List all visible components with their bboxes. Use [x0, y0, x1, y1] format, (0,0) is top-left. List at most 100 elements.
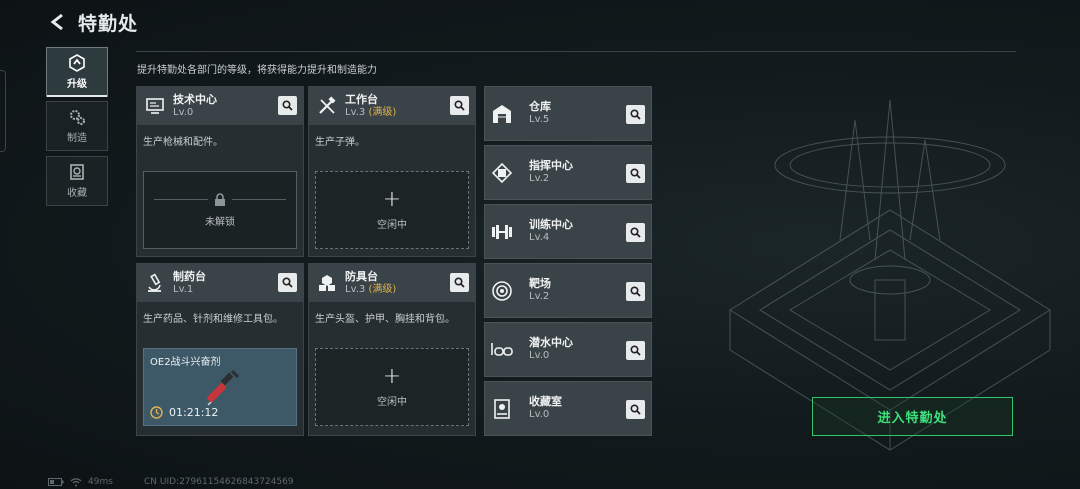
- search-icon: [454, 277, 465, 288]
- production-timer: 01:21:12: [150, 406, 218, 419]
- upgrade-icon: [69, 54, 85, 72]
- facility-name: 收藏室: [529, 395, 562, 409]
- facility-name: 潜水中心: [529, 336, 573, 350]
- target-icon: [492, 280, 512, 301]
- clock-icon: [150, 406, 163, 419]
- nav-tab-collection[interactable]: 收藏: [46, 156, 108, 206]
- search-icon: [630, 404, 641, 415]
- search-button[interactable]: [626, 400, 645, 419]
- facility-level: Lv.0: [529, 409, 550, 421]
- search-icon: [630, 345, 641, 356]
- department-level: Lv.0: [173, 106, 194, 118]
- ping-value: 49ms: [88, 477, 113, 487]
- diving-mask-icon: [491, 342, 513, 356]
- card-header: 防具台 Lv.3 (满级): [309, 264, 475, 302]
- search-button[interactable]: [450, 273, 469, 292]
- search-button[interactable]: [626, 223, 645, 242]
- armor-icon: [319, 275, 335, 291]
- lock-icon: [215, 192, 225, 206]
- locked-slot: 未解锁: [143, 171, 297, 249]
- facility-collection-room[interactable]: 收藏室 Lv.0: [484, 381, 652, 436]
- idle-slot-button[interactable]: + 空闲中: [315, 171, 469, 249]
- facility-command-center[interactable]: 指挥中心 Lv.2: [484, 145, 652, 200]
- page-title: 特勤处: [78, 13, 139, 35]
- facility-name: 指挥中心: [529, 159, 573, 173]
- card-header: 工作台 Lv.3 (满级): [309, 87, 475, 125]
- search-button[interactable]: [450, 96, 469, 115]
- department-level: Lv.3 (满级): [345, 106, 397, 118]
- search-button[interactable]: [626, 341, 645, 360]
- search-icon: [454, 100, 465, 111]
- facility-level: Lv.2: [529, 173, 550, 185]
- max-level-badge: (满级): [368, 283, 397, 295]
- facility-shooting-range[interactable]: 靶场 Lv.2: [484, 263, 652, 318]
- back-arrow-icon: [50, 13, 63, 31]
- idle-slot-button[interactable]: + 空闲中: [315, 348, 469, 426]
- search-icon: [630, 168, 641, 179]
- facility-name: 训练中心: [529, 218, 573, 232]
- add-icon: +: [382, 186, 402, 212]
- search-button[interactable]: [278, 96, 297, 115]
- dumbbell-icon: [492, 224, 512, 239]
- search-icon: [282, 277, 293, 288]
- facility-level: Lv.5: [529, 114, 550, 126]
- page-subtitle: 提升特勤处各部门的等级，将获得能力提升和制造能力: [137, 65, 377, 76]
- collection-icon: [70, 164, 84, 180]
- card-header: 制药台 Lv.1: [137, 264, 303, 302]
- department-description: 生产子弹。: [315, 137, 365, 148]
- department-level: Lv.3 (满级): [345, 283, 397, 295]
- department-description: 生产药品、针剂和维修工具包。: [143, 314, 283, 325]
- card-header: 技术中心 Lv.0: [137, 87, 303, 125]
- department-name: 技术中心: [173, 92, 217, 106]
- microscope-icon: [148, 273, 161, 292]
- nav-tab-upgrade[interactable]: 升级: [46, 47, 108, 97]
- department-card-armor-bench[interactable]: 防具台 Lv.3 (满级) 生产头盔、护甲、胸挂和背包。 + 空闲中: [308, 263, 476, 436]
- facility-warehouse[interactable]: 仓库 Lv.5: [484, 86, 652, 141]
- battery-icon: [48, 478, 64, 486]
- facility-level: Lv.0: [529, 350, 550, 362]
- search-button[interactable]: [626, 164, 645, 183]
- search-button[interactable]: [278, 273, 297, 292]
- production-slot[interactable]: OE2战斗兴奋剂 01:21:12: [143, 348, 297, 426]
- search-icon: [282, 100, 293, 111]
- search-icon: [630, 109, 641, 120]
- department-card-pharmacy[interactable]: 制药台 Lv.1 生产药品、针剂和维修工具包。 OE2战斗兴奋剂 01:21:1…: [136, 263, 304, 436]
- nav-tab-label: 升级: [67, 79, 87, 90]
- max-level-badge: (满级): [368, 106, 397, 118]
- department-name: 工作台: [345, 92, 378, 106]
- wifi-icon: [70, 477, 82, 486]
- monitor-icon: [146, 98, 164, 114]
- syringe-icon: [207, 369, 240, 406]
- product-name: OE2战斗兴奋剂: [150, 357, 221, 368]
- department-level: Lv.1: [173, 283, 194, 295]
- department-description: 生产头盔、护甲、胸挂和背包。: [315, 314, 455, 325]
- warehouse-icon: [493, 104, 511, 123]
- status-bar: 49ms: [48, 477, 113, 487]
- add-icon: +: [382, 363, 402, 389]
- facility-level: Lv.4: [529, 232, 550, 244]
- enter-special-ops-button[interactable]: 进入特勤处: [812, 397, 1013, 436]
- chip-icon: [491, 162, 513, 183]
- facility-diving-center[interactable]: 潜水中心 Lv.0: [484, 322, 652, 377]
- facility-name: 仓库: [529, 100, 551, 114]
- nav-tab-label: 制造: [67, 133, 87, 144]
- side-panel-handle[interactable]: [0, 70, 6, 152]
- nav-tab-craft[interactable]: 制造: [46, 101, 108, 151]
- search-button[interactable]: [626, 282, 645, 301]
- department-card-tech-center[interactable]: 技术中心 Lv.0 生产枪械和配件。 未解锁: [136, 86, 304, 257]
- user-uid: CN UID:27961154626843724569: [144, 477, 294, 487]
- department-card-workbench[interactable]: 工作台 Lv.3 (满级) 生产子弹。 + 空闲中: [308, 86, 476, 257]
- slot-status: 空闲中: [377, 396, 407, 408]
- facility-training-center[interactable]: 训练中心 Lv.4: [484, 204, 652, 259]
- gears-icon: [70, 110, 85, 125]
- department-name: 防具台: [345, 269, 378, 283]
- search-button[interactable]: [626, 105, 645, 124]
- nav-tab-label: 收藏: [67, 188, 87, 199]
- search-icon: [630, 227, 641, 238]
- facility-level: Lv.2: [529, 291, 550, 303]
- header-divider: [136, 51, 1016, 52]
- department-description: 生产枪械和配件。: [143, 137, 223, 148]
- back-button[interactable]: [44, 8, 72, 36]
- facility-name: 靶场: [529, 277, 551, 291]
- slot-status: 未解锁: [205, 216, 235, 228]
